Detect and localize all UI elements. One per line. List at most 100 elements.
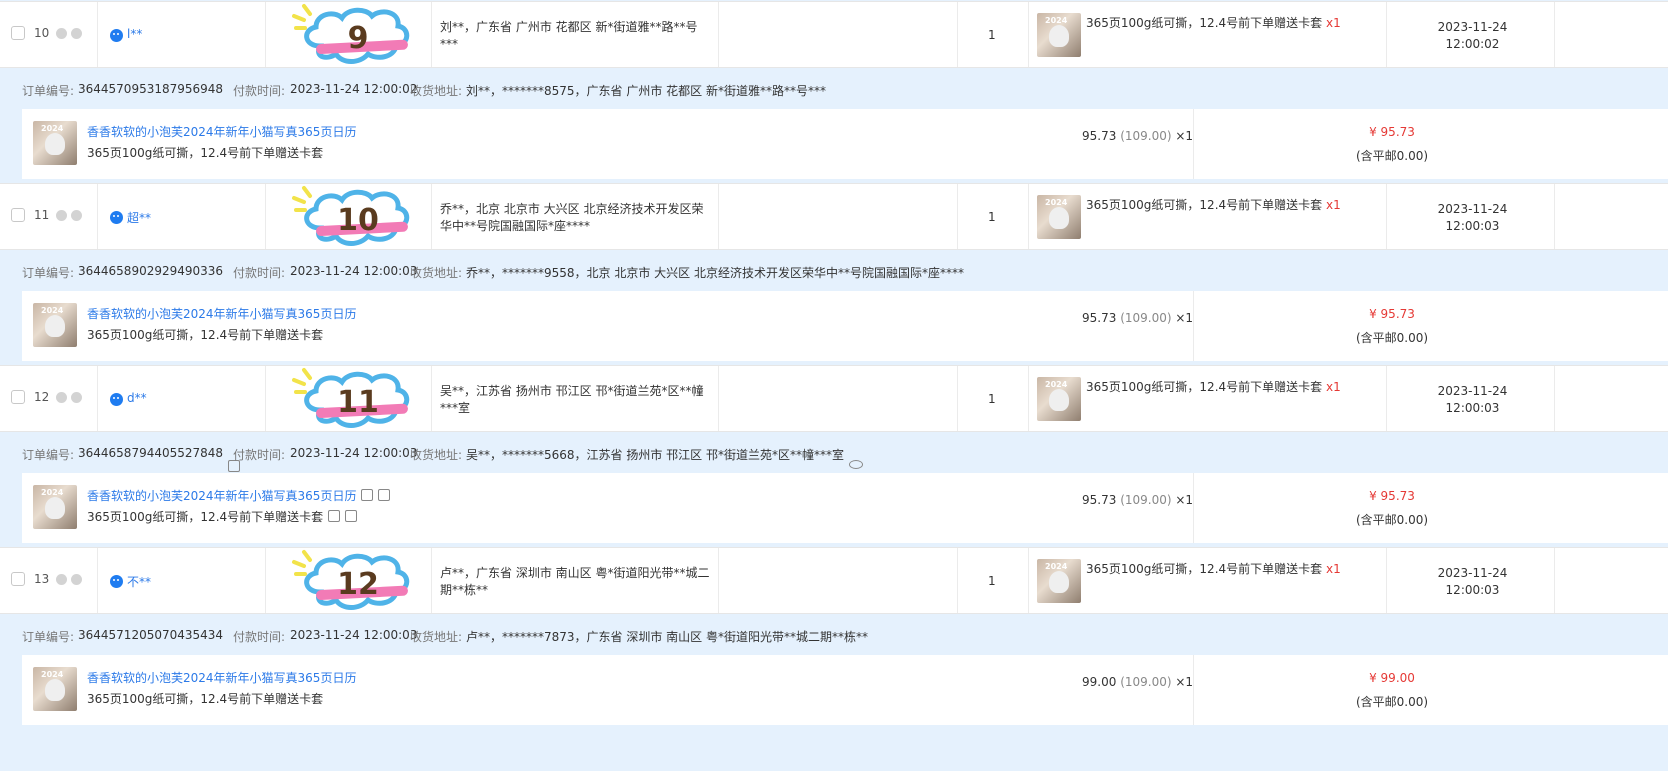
address-text: 刘**，广东省 广州市 花都区 新*街道雅**路**号***: [440, 20, 698, 51]
copy-icon[interactable]: [361, 489, 374, 501]
order-date: 2023-11-24 12:00:03: [1437, 384, 1508, 415]
eye-icon[interactable]: [848, 460, 863, 469]
ship-address-label: 收货地址:: [410, 630, 463, 644]
product-thumbnail[interactable]: 2024: [1037, 13, 1081, 57]
order-no-label: 订单编号:: [22, 630, 75, 644]
badge-number: 12: [337, 567, 379, 602]
product-title-link[interactable]: 香香软软的小泡芙2024年新年小猫写真365页日历: [87, 669, 356, 686]
order-no[interactable]: 3644658902929490336: [78, 264, 223, 278]
product-title-link[interactable]: 香香软软的小泡芙2024年新年小猫写真365页日历: [87, 487, 391, 504]
sku-text: 365页100g纸可撕，12.4号前下单赠送卡套 x1: [1086, 562, 1341, 576]
order-no-label: 订单编号:: [22, 266, 75, 280]
quantity-value: 1: [988, 392, 996, 406]
product-spec: 365页100g纸可撕，12.4号前下单赠送卡套: [87, 328, 324, 342]
shipping-fee: (含平邮0.00): [1355, 149, 1429, 163]
status-dot-icon: [56, 574, 67, 585]
note-cell: [719, 2, 958, 67]
shipping-fee: (含平邮0.00): [1355, 513, 1429, 527]
divider: [1193, 291, 1194, 361]
buyer-cell: [98, 2, 266, 67]
ship-address-label: 收货地址:: [410, 266, 463, 280]
ship-address-label: 收货地址:: [410, 84, 463, 98]
status-dot-icon: [56, 210, 67, 221]
order-date: 2023-11-24 12:00:03: [1437, 566, 1508, 597]
sku-cell: [1029, 184, 1387, 249]
buyer-avatar-icon: [110, 29, 123, 42]
pay-time-label: 付款时间:: [233, 448, 286, 462]
row-checkbox[interactable]: [11, 208, 25, 222]
sparkle-icon: [292, 550, 312, 576]
order-summary-row[interactable]: 11 超** 10 乔**，北京 北京市 大兴区 北京经济技术开发区荣华中**号…: [0, 183, 1668, 250]
number-badge: 12: [290, 548, 415, 613]
shipping-fee: (含平邮0.00): [1355, 695, 1429, 709]
buyer-name-link[interactable]: 超**: [127, 209, 151, 226]
edit-icon[interactable]: [345, 510, 358, 522]
badge-number: 9: [348, 21, 369, 56]
product-title-link[interactable]: 香香软软的小泡芙2024年新年小猫写真365页日历: [87, 305, 356, 322]
ship-address: 刘**，*******8575，广东省 广州市 花都区 新*街道雅**路**号*…: [466, 84, 826, 98]
product-spec: 365页100g纸可撕，12.4号前下单赠送卡套: [87, 692, 324, 706]
quantity-value: 1: [988, 574, 996, 588]
order-detail-row: 2024 香香软软的小泡芙2024年新年小猫写真365页日历 365页100g纸…: [22, 291, 1668, 361]
ship-address: 卢**，*******7873，广东省 深圳市 南山区 粤*街道阳光带**城二期…: [466, 630, 868, 644]
edit-icon[interactable]: [328, 510, 341, 522]
sparkle-icon: [292, 4, 312, 30]
product-spec: 365页100g纸可撕，12.4号前下单赠送卡套: [87, 508, 358, 525]
sparkle-icon: [292, 186, 312, 212]
order-no[interactable]: 3644570953187956948: [78, 82, 223, 96]
row-index: 10: [34, 26, 50, 40]
number-badge: 11: [290, 366, 415, 431]
pay-time-label: 付款时间:: [233, 630, 286, 644]
note-cell: [719, 366, 958, 431]
product-title-link[interactable]: 香香软软的小泡芙2024年新年小猫写真365页日历: [87, 123, 356, 140]
order-summary-row[interactable]: 10 l** 9 刘**，广东省 广州市 花都区 新*街道雅**路**号*** …: [0, 1, 1668, 68]
sku-cell: [1029, 366, 1387, 431]
quantity-value: 1: [988, 210, 996, 224]
ship-address: 乔**，*******9558，北京 北京市 大兴区 北京经济技术开发区荣华中*…: [466, 266, 964, 280]
unit-price: 95.73 (109.00) ×1: [1082, 129, 1194, 143]
pay-time-label: 付款时间:: [233, 84, 286, 98]
product-thumbnail[interactable]: 2024: [33, 303, 77, 347]
row-checkbox[interactable]: [11, 390, 25, 404]
order-no[interactable]: 3644658794405527848: [78, 446, 241, 472]
pay-time: 2023-11-24 12:00:03: [290, 628, 418, 642]
buyer-name-link[interactable]: d**: [127, 391, 147, 405]
buyer-cell: [98, 184, 266, 249]
edit-icon[interactable]: [378, 489, 391, 501]
order-info-bar: 订单编号: 3644658902929490336 付款时间: 2023-11-…: [0, 250, 1668, 290]
order-summary-row[interactable]: 13 不** 12 卢**，广东省 深圳市 南山区 粤*街道阳光带**城二期**…: [0, 547, 1668, 614]
product-thumbnail[interactable]: 2024: [33, 121, 77, 165]
product-thumbnail[interactable]: 2024: [1037, 377, 1081, 421]
order-detail-row: 2024 香香软软的小泡芙2024年新年小猫写真365页日历 365页100g纸…: [22, 109, 1668, 179]
order-total: ¥ 95.73: [1369, 125, 1415, 139]
buyer-name-link[interactable]: l**: [127, 27, 142, 41]
badge-number: 11: [337, 385, 379, 420]
buyer-name-link[interactable]: 不**: [127, 573, 151, 590]
address-text: 乔**，北京 北京市 大兴区 北京经济技术开发区荣华中**号院国融国际*座***…: [440, 202, 704, 233]
status-dot-icon: [71, 574, 82, 585]
order-total: ¥ 95.73: [1369, 307, 1415, 321]
pay-time-label: 付款时间:: [233, 266, 286, 280]
buyer-avatar-icon: [110, 393, 123, 406]
note-cell: [719, 184, 958, 249]
product-thumbnail[interactable]: 2024: [1037, 559, 1081, 603]
sku-text: 365页100g纸可撕，12.4号前下单赠送卡套 x1: [1086, 16, 1341, 30]
address-text: 卢**，广东省 深圳市 南山区 粤*街道阳光带**城二期**栋**: [440, 566, 710, 597]
divider: [1193, 473, 1194, 543]
product-thumbnail[interactable]: 2024: [33, 485, 77, 529]
product-thumbnail[interactable]: 2024: [33, 667, 77, 711]
product-thumbnail[interactable]: 2024: [1037, 195, 1081, 239]
ship-address: 吴**，*******5668，江苏省 扬州市 邗江区 邗*街道兰苑*区**幢*…: [466, 446, 863, 469]
row-checkbox[interactable]: [11, 26, 25, 40]
sku-cell: [1029, 548, 1387, 613]
pay-time: 2023-11-24 12:00:02: [290, 82, 418, 96]
buyer-avatar-icon: [110, 575, 123, 588]
sku-text: 365页100g纸可撕，12.4号前下单赠送卡套 x1: [1086, 198, 1341, 212]
row-checkbox[interactable]: [11, 572, 25, 586]
order-total: ¥ 95.73: [1369, 489, 1415, 503]
order-summary-row[interactable]: 12 d** 11 吴**，江苏省 扬州市 邗江区 邗*街道兰苑*区**幢***…: [0, 365, 1668, 432]
order-no[interactable]: 3644571205070435434: [78, 628, 223, 642]
status-dot-icon: [56, 28, 67, 39]
divider: [1193, 109, 1194, 179]
order-info-bar: 订单编号: 3644570953187956948 付款时间: 2023-11-…: [0, 68, 1668, 108]
